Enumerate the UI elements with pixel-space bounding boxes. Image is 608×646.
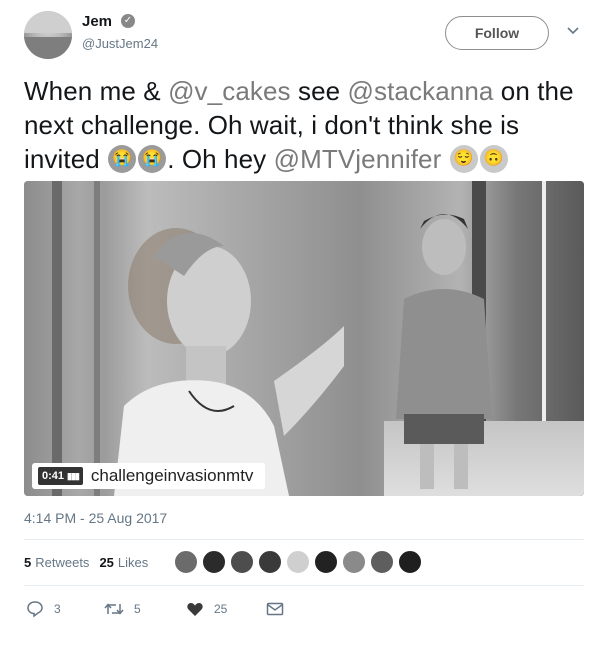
avatar[interactable] — [174, 550, 198, 574]
verified-badge-icon: ✓ — [121, 14, 135, 28]
avatar[interactable] — [230, 550, 254, 574]
retweet-count: 5 — [134, 602, 141, 616]
avatar[interactable] — [370, 550, 394, 574]
mention-link[interactable]: @v_cakes — [168, 76, 291, 106]
chevron-down-icon[interactable] — [566, 24, 580, 38]
like-count: 25 — [214, 602, 228, 616]
reply-icon — [27, 601, 43, 618]
avatar[interactable] — [258, 550, 282, 574]
retweet-button[interactable]: 5 — [104, 600, 141, 618]
video-player[interactable]: 0:41 ▮▮▮ challengeinvasionmtv — [24, 181, 584, 496]
video-duration: 0:41 ▮▮▮ — [38, 467, 83, 485]
tweet-text: When me & @v_cakes see @stackanna on the… — [24, 74, 584, 176]
user-handle[interactable]: @JustJem24 — [82, 36, 158, 51]
like-button[interactable]: 25 — [186, 600, 227, 618]
follow-button[interactable]: Follow — [445, 16, 549, 50]
tweet-timestamp[interactable]: 4:14 PM - 25 Aug 2017 — [24, 510, 167, 526]
retweets-stat[interactable]: 5 Retweets — [24, 555, 89, 570]
upside-down-face-icon: 🙃 — [479, 145, 508, 173]
loudly-crying-face-icon: 😭 — [138, 145, 167, 173]
video-source-badge[interactable]: 0:41 ▮▮▮ challengeinvasionmtv — [32, 463, 266, 489]
display-name[interactable]: Jem — [82, 13, 112, 30]
tweet-card: Jem ✓ @JustJem24 Follow When me & @v_cak… — [0, 0, 608, 646]
divider — [24, 539, 584, 540]
direct-message-button[interactable] — [266, 600, 294, 618]
text-segment: see — [290, 76, 348, 106]
video-channel-name[interactable]: challengeinvasionmtv — [91, 466, 254, 486]
signal-bars-icon: ▮▮▮ — [67, 470, 80, 481]
avatar[interactable] — [398, 550, 422, 574]
heart-icon — [187, 602, 203, 616]
avatar[interactable] — [314, 550, 338, 574]
reply-button[interactable]: 3 — [26, 600, 61, 618]
envelope-icon — [266, 602, 284, 616]
liker-avatars — [174, 550, 426, 574]
text-segment: . Oh hey — [167, 144, 274, 174]
avatar[interactable] — [286, 550, 310, 574]
reply-count: 3 — [54, 602, 61, 616]
avatar[interactable] — [24, 11, 72, 59]
avatar[interactable] — [202, 550, 226, 574]
mention-link[interactable]: @MTVjennifer — [274, 144, 442, 174]
divider — [24, 585, 584, 586]
video-thumbnail — [114, 228, 344, 496]
relieved-face-icon: 😌 — [449, 145, 478, 173]
tweet-stats: 5 Retweets 25 Likes — [24, 555, 148, 570]
retweet-icon — [104, 603, 124, 615]
loudly-crying-face-icon: 😭 — [108, 145, 137, 173]
mention-link[interactable]: @stackanna — [348, 76, 494, 106]
video-thumbnail — [396, 214, 492, 489]
avatar[interactable] — [342, 550, 366, 574]
likes-stat[interactable]: 25 Likes — [99, 555, 148, 570]
text-segment: When me & — [24, 76, 169, 106]
